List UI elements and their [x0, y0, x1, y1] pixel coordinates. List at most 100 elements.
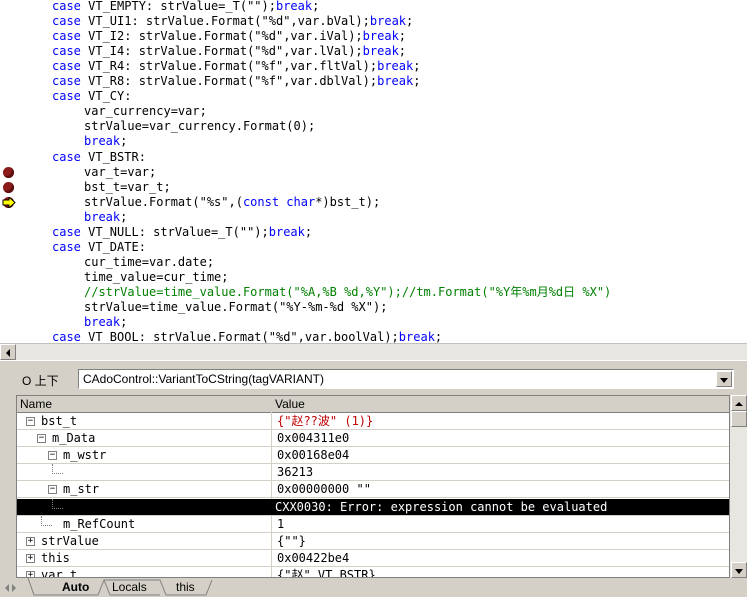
watch-row[interactable]: − bst_t {"赵??波" (1)} [17, 413, 729, 430]
code-token: time_value=cur_time; [84, 269, 229, 284]
code-token: ; [434, 330, 443, 343]
tab-auto[interactable]: Auto [62, 580, 89, 595]
code-token: ; [120, 134, 128, 149]
expand-icon[interactable]: + [26, 553, 35, 563]
watch-row[interactable]: − m_str 0x00000000 "" [17, 481, 729, 499]
keyword-token: const char [242, 194, 316, 209]
chevron-down-icon [720, 378, 728, 383]
keyword-token: break [84, 209, 121, 224]
tree-connector [52, 498, 63, 509]
code-line: case VT_BSTR: [52, 150, 146, 165]
code-line: var_t=var; [84, 165, 156, 180]
watch-name: var_t [41, 567, 78, 578]
breakpoint-icon[interactable] [3, 181, 14, 193]
watch-grid[interactable]: Name Value − bst_t {"赵??波" (1)} − m_Data 0x00… [16, 395, 730, 578]
watch-value: 1 [277, 516, 285, 531]
code-editor[interactable]: case VT_EMPTY: strValue=_T("");break; cas… [0, 0, 747, 343]
code-token: ; [120, 315, 128, 330]
code-token: ; [304, 224, 313, 239]
tab-locals[interactable]: Locals [112, 580, 147, 595]
code-token: strValue=var_currency.Format(0); [84, 119, 316, 134]
code-token: VT_NULL: strValue=_T(""); [88, 224, 269, 239]
code-line: case VT_CY: [52, 89, 131, 104]
tree-connector [41, 515, 52, 526]
code-line: bst_t=var_t; [84, 180, 171, 195]
code-line: break; [84, 210, 127, 225]
column-header-name[interactable]: Name [17, 396, 272, 413]
code-line: //strValue=time_value.Format("%A,%B %d,%… [84, 285, 611, 300]
code-line: case VT_I2: strValue.Format("%d",var.iVa… [52, 29, 406, 44]
code-token: VT_DATE: [88, 239, 146, 254]
code-token: strValue=time_value.Format("%Y-%m-%d %X"… [84, 300, 388, 314]
code-token: var_currency=var; [84, 104, 207, 119]
keyword-token: break [398, 330, 435, 343]
watch-value: 0x00168e04 [277, 448, 350, 463]
expand-icon[interactable]: + [26, 570, 35, 577]
watch-row[interactable]: − m_Data 0x004311e0 [17, 430, 729, 448]
code-token: ; [406, 14, 414, 29]
code-line: case VT_EMPTY: strValue=_T("");break; [52, 0, 319, 14]
code-token: strValue.Format("%s",( [84, 194, 243, 209]
watch-name: bst_t [41, 414, 78, 428]
code-line: strValue.Format("%s",(const char*)bst_t)… [84, 195, 380, 210]
code-token: VT_BOOL: strValue.Format("%d",var.boolVa… [88, 330, 399, 343]
code-line: break; [84, 315, 127, 330]
keyword-token: case [52, 14, 89, 29]
code-token: VT_CY: [88, 89, 132, 104]
watch-row[interactable]: − m_wstr 0x00168e04 [17, 447, 729, 465]
code-line: time_value=cur_time; [84, 270, 229, 285]
scroll-up-button[interactable] [731, 395, 747, 411]
collapse-icon[interactable]: − [48, 485, 57, 495]
code-line: var_currency=var; [84, 104, 207, 119]
context-dropdown-value: CAdoControl::VariantToCString(tagVARIANT… [83, 372, 324, 386]
watch-row[interactable]: CXX0030: Error: expression cannot be eva… [17, 498, 729, 516]
keyword-token: case [52, 330, 89, 343]
arrow-up-icon [735, 402, 743, 406]
code-token: bst_t=var_t; [84, 179, 171, 194]
code-token: ; [413, 74, 421, 89]
code-line: case VT_NULL: strValue=_T("");break; [52, 225, 312, 240]
watch-row[interactable]: + this 0x00422be4 [17, 550, 729, 567]
code-line: case VT_R8: strValue.Format("%f",var.dbl… [52, 74, 420, 89]
expand-icon[interactable]: + [26, 536, 35, 546]
code-token: VT_I4: strValue.Format("%d",var.lVal); [88, 44, 363, 59]
collapse-icon[interactable]: − [37, 434, 46, 444]
keyword-token: case [52, 0, 89, 13]
keyword-token: case [52, 89, 89, 104]
collapse-icon[interactable]: − [48, 451, 57, 461]
code-token: VT_BSTR: [88, 149, 146, 164]
keyword-token: break [275, 0, 313, 13]
code-line: case VT_BOOL: strValue.Format("%d",var.b… [52, 330, 442, 343]
editor-horizontal-scrollbar[interactable] [0, 343, 747, 360]
code-token: var_t=var; [84, 164, 157, 179]
keyword-token: case [52, 239, 89, 254]
tab-this[interactable]: this [176, 580, 195, 595]
current-line-arrow-icon [2, 196, 16, 208]
watch-name: m_wstr [63, 448, 107, 463]
watch-value: 36213 [277, 465, 314, 480]
watch-value: 0x00000000 "" [277, 482, 371, 497]
keyword-token: case [52, 74, 89, 89]
editor-gutter[interactable] [0, 0, 18, 343]
watch-name: m_Data [52, 431, 96, 446]
column-header-value[interactable]: Value [272, 396, 729, 413]
code-line: strValue=var_currency.Format(0); [84, 119, 315, 134]
scroll-down-button[interactable] [731, 562, 747, 578]
watch-row[interactable]: + var_t {"赵" VT_BSTR} [17, 567, 729, 578]
breakpoint-icon[interactable] [3, 166, 14, 178]
watch-vertical-scrollbar[interactable] [730, 395, 747, 578]
scroll-left-button[interactable] [0, 344, 16, 360]
watch-value: {""} [277, 533, 306, 548]
collapse-icon[interactable]: − [26, 417, 35, 426]
keyword-token: case [52, 149, 89, 164]
watch-value: {"赵??波" (1)} [277, 414, 374, 428]
watch-row[interactable]: m_RefCount 1 [17, 515, 729, 533]
keyword-token: case [52, 44, 89, 59]
code-line: strValue=time_value.Format("%Y-%m-%d %X"… [84, 300, 387, 315]
watch-name: strValue [41, 533, 99, 548]
watch-row[interactable]: + strValue {""} [17, 533, 729, 550]
dropdown-button[interactable] [716, 371, 732, 387]
scroll-thumb[interactable] [731, 411, 747, 427]
context-dropdown[interactable]: CAdoControl::VariantToCString(tagVARIANT… [78, 369, 734, 389]
watch-row[interactable]: 36213 [17, 464, 729, 482]
